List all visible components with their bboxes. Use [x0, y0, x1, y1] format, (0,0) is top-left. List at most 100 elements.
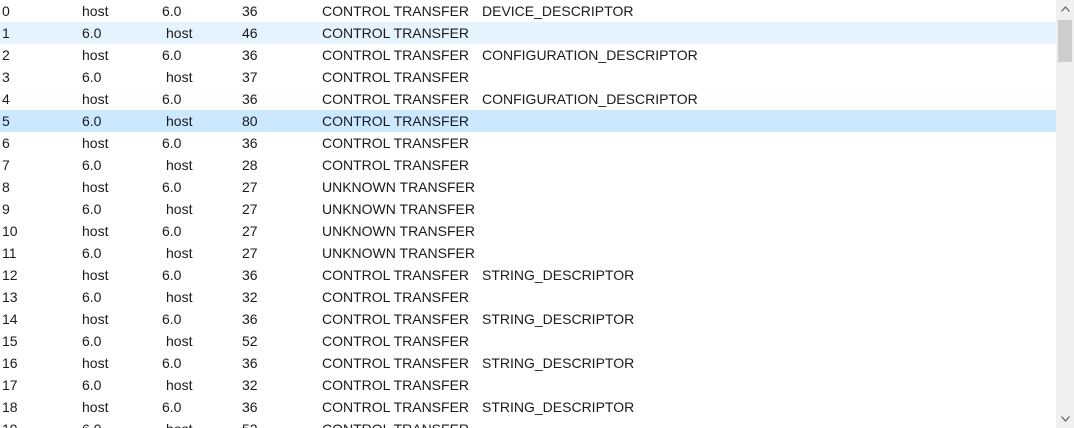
cell-transfer-type: CONTROL TRANSFER — [322, 289, 470, 305]
cell-transfer-type: CONTROL TRANSFER — [322, 113, 470, 129]
table-row[interactable]: 0 host 6.0 36 CONTROL TRANSFER DEVICE_DESCRIP… — [0, 0, 1056, 22]
cell-number: 7 — [2, 157, 10, 173]
cell-transfer-type: CONTROL TRANSFER — [322, 91, 470, 107]
table-row[interactable]: 4 host 6.0 36 CONTROL TRANSFER CONFIGURATION_… — [0, 88, 1056, 110]
cell-transfer-type: CONTROL TRANSFER — [322, 399, 470, 415]
cell-description: CONFIGURATION_DESCRIPTOR — [482, 47, 698, 63]
cell-source: host — [82, 47, 109, 63]
cell-length: 36 — [242, 135, 258, 151]
cell-transfer-type: CONTROL TRANSFER — [322, 333, 470, 349]
table-row[interactable]: 6 host 6.0 36 CONTROL TRANSFER — [0, 132, 1056, 154]
cell-source: 6.0 — [82, 157, 102, 173]
scroll-up-button[interactable] — [1056, 0, 1074, 18]
table-row[interactable]: 14 host 6.0 36 CONTROL TRANSFER STRING_DESCRI… — [0, 308, 1056, 330]
cell-source: 6.0 — [82, 245, 102, 261]
table-row[interactable]: 9 6.0 host 27 UNKNOWN TRANSFER — [0, 198, 1056, 220]
cell-transfer-type: CONTROL TRANSFER — [322, 135, 470, 151]
cell-number: 4 — [2, 91, 10, 107]
cell-transfer-type: UNKNOWN TRANSFER — [322, 201, 475, 217]
table-row[interactable]: 17 6.0 host 32 CONTROL TRANSFER — [0, 374, 1056, 396]
cell-transfer-type: CONTROL TRANSFER — [322, 418, 469, 428]
cell-source: host — [82, 135, 109, 151]
table-row[interactable]: 11 6.0 host 27 UNKNOWN TRANSFER — [0, 242, 1056, 264]
packet-list[interactable]: 0 host 6.0 36 CONTROL TRANSFER DEVICE_DESCRIP… — [0, 0, 1056, 428]
cell-number: 3 — [2, 69, 10, 85]
table-row[interactable]: 16 host 6.0 36 CONTROL TRANSFER STRING_DESCRI… — [0, 352, 1056, 374]
cell-source: 6.0 — [82, 69, 102, 85]
cell-destination: host — [166, 113, 193, 129]
cell-number: 14 — [2, 311, 18, 327]
cell-destination: host — [166, 418, 192, 428]
cell-length: 27 — [242, 179, 258, 195]
cell-length: 36 — [242, 47, 258, 63]
table-row[interactable]: 5 6.0 host 80 CONTROL TRANSFER — [0, 110, 1056, 132]
cell-transfer-type: CONTROL TRANSFER — [322, 47, 470, 63]
cell-source: host — [82, 267, 109, 283]
cell-transfer-type: CONTROL TRANSFER — [322, 311, 470, 327]
cell-transfer-type: UNKNOWN TRANSFER — [322, 223, 475, 239]
cell-length: 36 — [242, 355, 258, 371]
cell-length: 32 — [242, 289, 258, 305]
cell-destination: host — [166, 157, 193, 173]
cell-length: 52 — [242, 333, 258, 349]
cell-transfer-type: UNKNOWN TRANSFER — [322, 245, 475, 261]
cell-source: host — [82, 3, 109, 19]
cell-transfer-type: CONTROL TRANSFER — [322, 3, 470, 19]
cell-number: 10 — [2, 223, 18, 239]
table-row[interactable]: 2 host 6.0 36 CONTROL TRANSFER CONFIGURATION_… — [0, 44, 1056, 66]
cell-transfer-type: CONTROL TRANSFER — [322, 377, 470, 393]
table-row[interactable]: 3 6.0 host 37 CONTROL TRANSFER — [0, 66, 1056, 88]
cell-source: 6.0 — [82, 113, 102, 129]
cell-source: host — [82, 311, 109, 327]
cell-length: 27 — [242, 201, 258, 217]
cell-transfer-type: UNKNOWN TRANSFER — [322, 179, 475, 195]
cell-description: STRING_DESCRIPTOR — [482, 399, 635, 415]
vertical-scrollbar[interactable] — [1056, 0, 1074, 428]
table-row[interactable]: 19 6.0 host 52 CONTROL TRANSFER — [0, 418, 1056, 428]
cell-destination: host — [166, 289, 193, 305]
cell-number: 17 — [2, 377, 18, 393]
cell-source: 6.0 — [82, 289, 102, 305]
cell-destination: host — [166, 377, 193, 393]
cell-source: 6.0 — [82, 201, 102, 217]
table-row[interactable]: 15 6.0 host 52 CONTROL TRANSFER — [0, 330, 1056, 352]
chevron-up-icon — [1060, 6, 1070, 12]
cell-length: 27 — [242, 245, 258, 261]
cell-number: 5 — [2, 113, 10, 129]
table-row[interactable]: 1 6.0 host 46 CONTROL TRANSFER — [0, 22, 1056, 44]
cell-length: 36 — [242, 3, 258, 19]
cell-number: 9 — [2, 201, 10, 217]
cell-source: host — [82, 179, 109, 195]
cell-destination: host — [166, 333, 193, 349]
cell-number: 1 — [2, 25, 10, 41]
cell-source: 6.0 — [82, 377, 102, 393]
cell-destination: host — [166, 25, 193, 41]
cell-length: 36 — [242, 399, 258, 415]
cell-length: 36 — [242, 311, 258, 327]
cell-number: 18 — [2, 399, 18, 415]
table-row[interactable]: 8 host 6.0 27 UNKNOWN TRANSFER — [0, 176, 1056, 198]
table-row[interactable]: 10 host 6.0 27 UNKNOWN TRANSFER — [0, 220, 1056, 242]
table-row[interactable]: 7 6.0 host 28 CONTROL TRANSFER — [0, 154, 1056, 176]
cell-length: 46 — [242, 25, 258, 41]
cell-transfer-type: CONTROL TRANSFER — [322, 157, 470, 173]
cell-source: 6.0 — [82, 333, 102, 349]
table-row[interactable]: 18 host 6.0 36 CONTROL TRANSFER STRING_DESCRI… — [0, 396, 1056, 418]
cell-source: 6.0 — [82, 418, 101, 428]
scrollbar-thumb[interactable] — [1058, 20, 1072, 62]
cell-number: 0 — [2, 3, 10, 19]
cell-destination: host — [166, 245, 193, 261]
cell-destination: 6.0 — [162, 355, 182, 371]
scroll-down-button[interactable] — [1056, 410, 1074, 428]
cell-number: 12 — [2, 267, 18, 283]
cell-destination: 6.0 — [162, 179, 182, 195]
cell-source: host — [82, 223, 109, 239]
cell-description: STRING_DESCRIPTOR — [482, 267, 635, 283]
cell-description: CONFIGURATION_DESCRIPTOR — [482, 91, 698, 107]
cell-destination: 6.0 — [162, 267, 182, 283]
cell-length: 36 — [242, 91, 258, 107]
cell-length: 27 — [242, 223, 258, 239]
cell-destination: 6.0 — [162, 399, 182, 415]
table-row[interactable]: 13 6.0 host 32 CONTROL TRANSFER — [0, 286, 1056, 308]
table-row[interactable]: 12 host 6.0 36 CONTROL TRANSFER STRING_DESCRI… — [0, 264, 1056, 286]
